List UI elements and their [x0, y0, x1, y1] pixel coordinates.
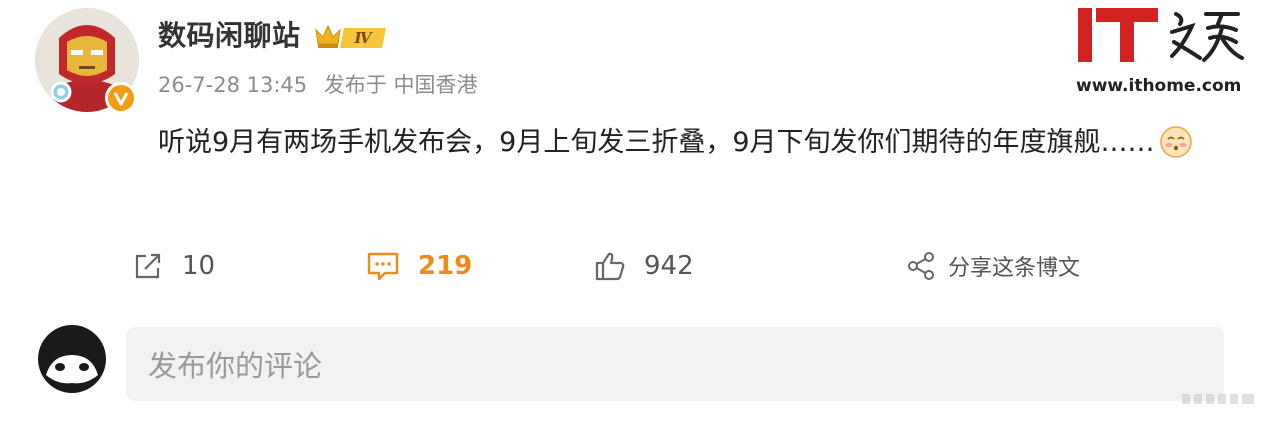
- repost-button[interactable]: 10: [132, 248, 215, 284]
- like-icon: [595, 252, 625, 281]
- ithome-url: www.ithome.com: [1076, 76, 1242, 96]
- comment-placeholder: 发布你的评论: [148, 349, 323, 383]
- post-timestamp[interactable]: 26-7-28 13:45: [158, 73, 307, 97]
- user-avatar[interactable]: [38, 325, 106, 393]
- like-button[interactable]: 942: [594, 248, 694, 284]
- ithome-logo: [1078, 8, 1244, 62]
- verified-v-icon: [105, 82, 137, 114]
- crown-level-icon[interactable]: Ⅳ: [314, 22, 392, 52]
- level-text: Ⅳ: [353, 29, 373, 47]
- repost-icon: [135, 253, 161, 279]
- post-text: 听说9月有两场手机发布会，9月上旬发三折叠，9月下旬发你们期待的年度旗舰……: [158, 127, 1155, 158]
- post-meta: 26-7-28 13:45 发布于 中国香港: [158, 70, 488, 100]
- share-button[interactable]: 分享这条博文: [906, 248, 1080, 284]
- comment-icon: [367, 252, 399, 281]
- comment-count: 219: [418, 251, 473, 281]
- author-name[interactable]: 数码闲聊站: [158, 16, 301, 56]
- post-location: 发布于 中国香港: [323, 73, 478, 97]
- repost-count: 10: [182, 251, 216, 281]
- ithome-watermark: www.ithome.com: [1072, 4, 1246, 100]
- comment-button[interactable]: 219: [366, 248, 472, 284]
- like-count: 942: [644, 251, 694, 281]
- faint-watermark-mark: [1182, 394, 1254, 404]
- shy-face-emoji-icon: [1159, 125, 1193, 172]
- comment-input[interactable]: 发布你的评论: [126, 327, 1224, 401]
- post-content: 听说9月有两场手机发布会，9月上旬发三折叠，9月下旬发你们期待的年度旗舰……: [158, 122, 1198, 172]
- share-icon: [908, 252, 934, 280]
- share-label: 分享这条博文: [948, 256, 1081, 281]
